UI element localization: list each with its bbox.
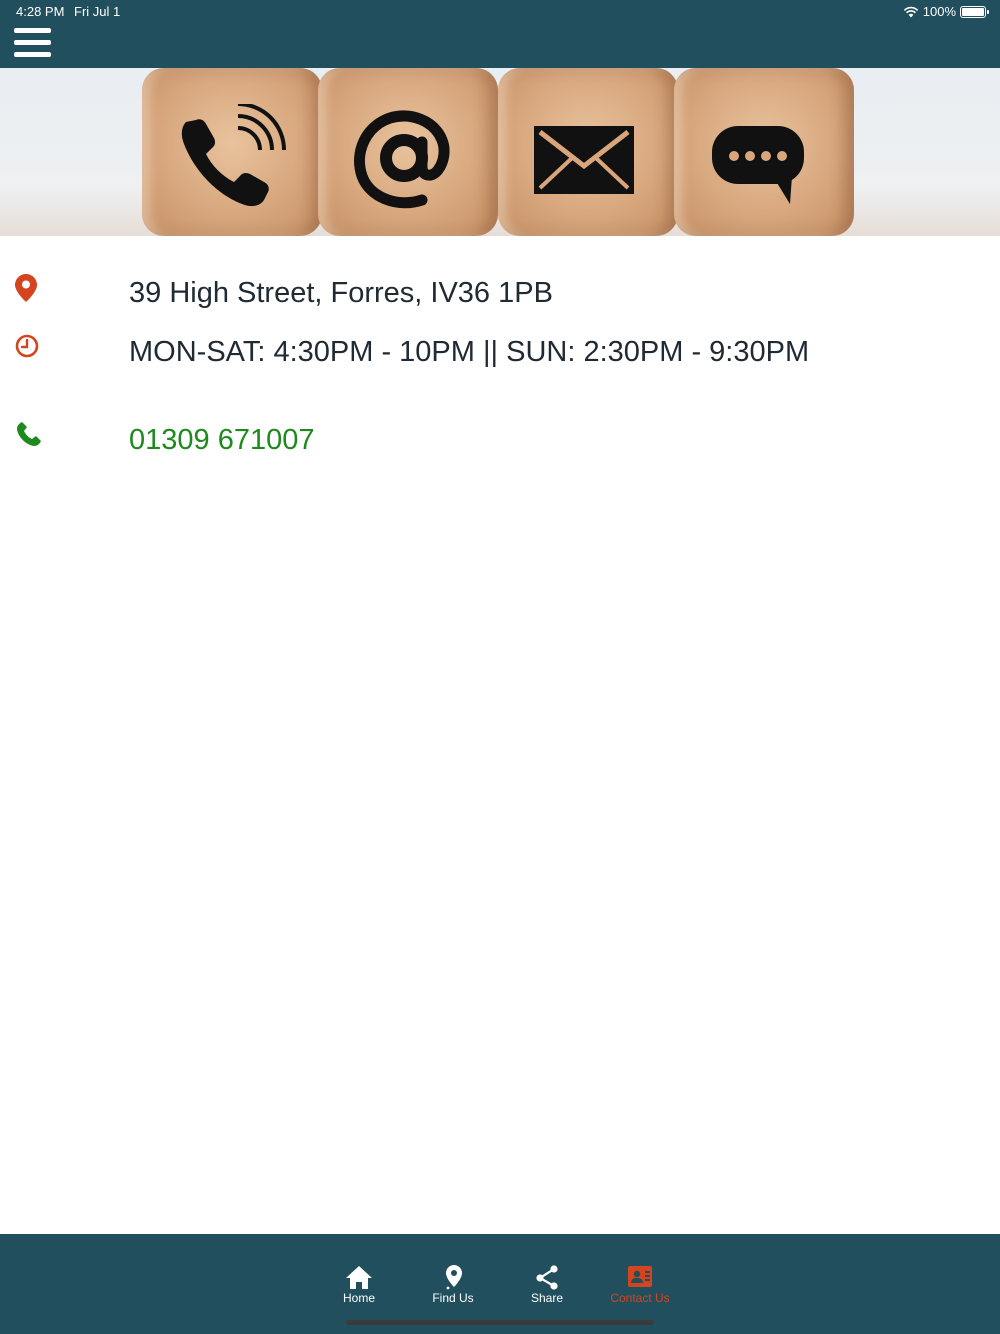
- tab-share-label: Share: [530, 1291, 564, 1305]
- hours-text: MON-SAT: 4:30PM - 10PM || SUN: 2:30PM - …: [129, 336, 810, 368]
- contact-banner-image: [0, 68, 1000, 236]
- home-indicator[interactable]: [346, 1320, 654, 1325]
- tab-share[interactable]: Share: [507, 1264, 587, 1305]
- share-icon: [536, 1265, 558, 1290]
- phone-icon: [181, 104, 286, 207]
- clock-icon: [15, 334, 39, 358]
- phone-number-link[interactable]: 01309 671007: [129, 424, 314, 457]
- envelope-cube: [498, 68, 678, 236]
- chat-bubble-icon: [712, 126, 804, 204]
- contact-card-icon: [628, 1266, 652, 1287]
- at-sign-cube: [318, 68, 498, 236]
- phone-icon: [17, 422, 41, 446]
- map-pin-icon: [446, 1265, 462, 1290]
- tab-find-us-label: Find Us: [432, 1291, 474, 1305]
- address-text: 39 High Street, Forres, IV36 1PB: [129, 277, 553, 309]
- envelope-icon: [534, 126, 634, 194]
- tab-contact-us-label: Contact Us: [610, 1291, 670, 1305]
- top-bar: 4:28 PM Fri Jul 1 100%: [0, 0, 1000, 68]
- wifi-icon: [903, 6, 918, 17]
- hamburger-menu-icon[interactable]: [14, 28, 52, 60]
- at-sign-icon: [354, 110, 450, 209]
- home-icon: [346, 1266, 372, 1289]
- status-indicators: 100%: [903, 4, 989, 19]
- tab-find-us[interactable]: Find Us: [413, 1264, 493, 1305]
- battery-percent: 100%: [922, 4, 956, 19]
- tab-home-label: Home: [342, 1291, 375, 1305]
- status-date: Fri Jul 1: [74, 4, 121, 19]
- bottom-tab-bar: Home Find Us Share Contact Us: [0, 1234, 1000, 1334]
- tab-home[interactable]: Home: [319, 1264, 399, 1305]
- tab-contact-us[interactable]: Contact Us: [600, 1264, 680, 1305]
- phone-cube: [142, 68, 322, 236]
- map-pin-icon: [15, 274, 37, 302]
- battery-icon: [960, 5, 989, 18]
- status-time: 4:28 PM: [16, 4, 65, 19]
- chat-cube: [674, 68, 854, 236]
